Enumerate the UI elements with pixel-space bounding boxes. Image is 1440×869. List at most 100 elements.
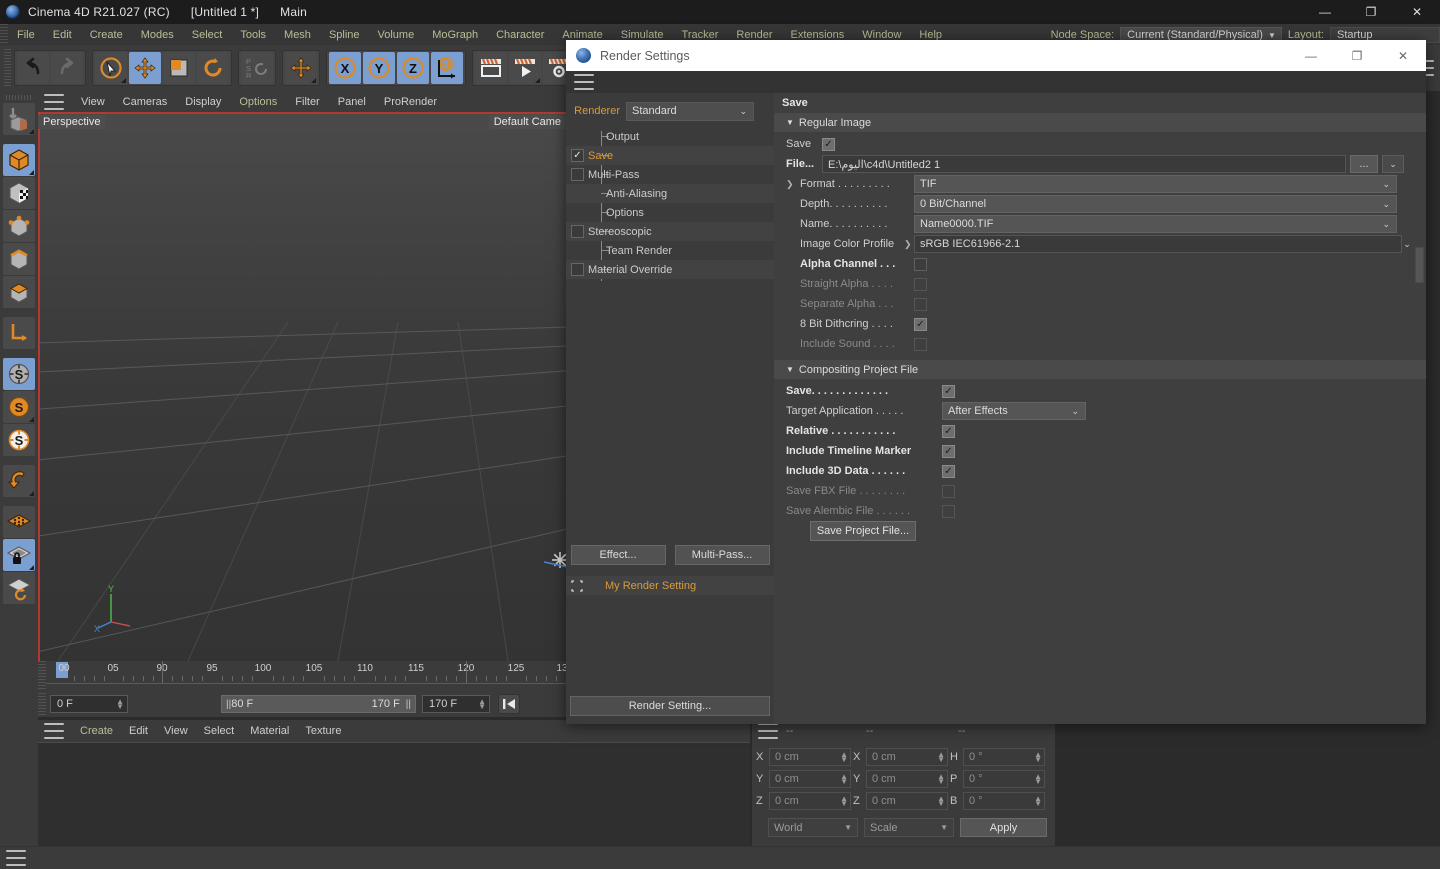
menu-create[interactable]: Create: [81, 27, 132, 43]
pos-y-input[interactable]: 0 cm ▲ ▼: [769, 770, 851, 788]
file-browse-button[interactable]: ...: [1350, 155, 1378, 173]
renderer-select[interactable]: Standard ⌄: [626, 101, 754, 121]
size-y-input[interactable]: 0 cm ▲ ▼: [866, 770, 948, 788]
move-world-icon[interactable]: [285, 52, 317, 84]
chevron-right-icon[interactable]: ❯: [904, 239, 914, 250]
alpha-channel-checkbox[interactable]: [914, 257, 927, 271]
enable-snap-grey-icon[interactable]: S: [3, 358, 35, 390]
coordinate-system-select[interactable]: World ▼: [768, 818, 858, 837]
snap-orange-icon[interactable]: S: [3, 391, 35, 423]
menu-tools[interactable]: Tools: [231, 27, 275, 43]
viewport-menu-prorender[interactable]: ProRender: [375, 94, 446, 110]
tree-item-antialiasing[interactable]: Anti-Aliasing: [566, 184, 774, 203]
menu-spline[interactable]: Spline: [320, 27, 369, 43]
chevron-right-icon[interactable]: ❯: [786, 179, 796, 190]
group-regular-image[interactable]: ▼ Regular Image: [774, 113, 1426, 132]
toolbar-grip[interactable]: [4, 49, 11, 87]
status-menu-icon[interactable]: [6, 850, 26, 866]
material-menu-select[interactable]: Select: [196, 723, 243, 739]
render-to-picture-viewer-icon[interactable]: [509, 52, 541, 84]
select-cursor-icon[interactable]: [95, 52, 127, 84]
menu-edit[interactable]: Edit: [44, 27, 81, 43]
stepper-icon[interactable]: ▲ ▼: [840, 795, 848, 808]
menu-file[interactable]: File: [8, 27, 44, 43]
viewport-menu-icon[interactable]: [44, 93, 64, 110]
timeline-marker-checkbox[interactable]: ✓: [942, 444, 955, 458]
workplane-rotate-icon[interactable]: [3, 572, 35, 604]
tree-checkbox[interactable]: [571, 225, 584, 238]
include-3d-data-checkbox[interactable]: ✓: [942, 464, 955, 478]
tree-checkbox[interactable]: [571, 168, 584, 181]
multipass-button[interactable]: Multi-Pass...: [674, 545, 770, 565]
max-frame-input[interactable]: 170 F ▲ ▼: [422, 695, 490, 713]
menu-mograph[interactable]: MoGraph: [423, 27, 487, 43]
snap-white-icon[interactable]: S: [3, 424, 35, 456]
material-menu-icon[interactable]: [44, 723, 64, 739]
comp-save-checkbox[interactable]: ✓: [942, 384, 955, 398]
stepper-icon[interactable]: ▲ ▼: [937, 795, 945, 808]
relative-checkbox[interactable]: ✓: [942, 424, 955, 438]
render-preset-row[interactable]: My Render Setting: [566, 576, 774, 595]
make-editable-icon[interactable]: [3, 103, 35, 135]
material-menu-material[interactable]: Material: [242, 723, 297, 739]
menu-mesh[interactable]: Mesh: [275, 27, 320, 43]
close-button[interactable]: ✕: [1394, 0, 1440, 24]
axis-x-icon[interactable]: X: [329, 52, 361, 84]
material-menu-create[interactable]: Create: [72, 723, 121, 739]
points-mode-icon[interactable]: [3, 210, 35, 242]
name-select[interactable]: Name0000.TIF ⌄: [914, 215, 1397, 233]
menubar-grip[interactable]: [0, 24, 8, 45]
move-icon[interactable]: [129, 52, 161, 84]
group-compositing-project-file[interactable]: ▼ Compositing Project File: [774, 360, 1426, 379]
dialog-maximize-button[interactable]: ❐: [1334, 40, 1380, 71]
range-handle-right-icon[interactable]: ||: [406, 699, 411, 710]
dialog-menu-icon[interactable]: [574, 74, 594, 90]
palette-grip[interactable]: [6, 95, 32, 100]
dithering-checkbox[interactable]: ✓: [914, 317, 927, 331]
edges-mode-icon[interactable]: [3, 243, 35, 275]
pos-x-input[interactable]: 0 cm ▲ ▼: [769, 748, 851, 766]
axis-z-icon[interactable]: Z: [397, 52, 429, 84]
stepper-icon[interactable]: ▲ ▼: [1034, 795, 1042, 808]
menu-volume[interactable]: Volume: [369, 27, 424, 43]
menu-character[interactable]: Character: [487, 27, 553, 43]
color-profile-input[interactable]: sRGB IEC61966-2.1: [914, 235, 1402, 253]
timeline-grip[interactable]: [38, 661, 46, 691]
stepper-icon[interactable]: ▲ ▼: [937, 773, 945, 786]
minimize-button[interactable]: —: [1302, 0, 1348, 24]
save-image-checkbox[interactable]: ✓: [822, 137, 835, 151]
rotate-icon[interactable]: [197, 52, 229, 84]
tree-item-stereoscopic[interactable]: Stereoscopic: [566, 222, 774, 241]
stepper-icon[interactable]: ▲ ▼: [840, 773, 848, 786]
material-manager-canvas[interactable]: [38, 742, 750, 846]
triangle-down-icon[interactable]: ▼: [786, 365, 794, 374]
go-to-start-button[interactable]: [498, 694, 520, 714]
menu-select[interactable]: Select: [183, 27, 232, 43]
render-setting-button[interactable]: Render Setting...: [570, 696, 770, 716]
tree-checkbox[interactable]: ✓: [571, 149, 584, 162]
coordinates-menu-icon[interactable]: [758, 723, 778, 739]
material-menu-view[interactable]: View: [156, 723, 196, 739]
axis-modify-icon[interactable]: [3, 317, 35, 349]
workplane-icon[interactable]: [3, 465, 35, 497]
timeline-track[interactable]: 00 05 90 95 100 105 110 115 120 125 13: [46, 661, 568, 691]
rot-p-input[interactable]: 0 ° ▲ ▼: [963, 770, 1045, 788]
apply-button[interactable]: Apply: [960, 818, 1047, 837]
menu-modes[interactable]: Modes: [132, 27, 183, 43]
world-coord-icon[interactable]: [431, 52, 463, 84]
dialog-close-button[interactable]: ✕: [1380, 40, 1426, 71]
maximize-button[interactable]: ❐: [1348, 0, 1394, 24]
texture-mode-icon[interactable]: [3, 177, 35, 209]
current-frame-input[interactable]: 0 F ▲ ▼: [50, 695, 128, 713]
chevron-down-icon[interactable]: ⌄: [1402, 235, 1412, 253]
effect-button[interactable]: Effect...: [570, 545, 666, 565]
stepper-icon[interactable]: ▲ ▼: [840, 751, 848, 764]
tree-item-options[interactable]: Options: [566, 203, 774, 222]
stepper-icon[interactable]: ▲ ▼: [1034, 751, 1042, 764]
format-select[interactable]: TIF ⌄: [914, 175, 1397, 193]
render-view-icon[interactable]: [475, 52, 507, 84]
scale-icon[interactable]: [163, 52, 195, 84]
polygons-mode-icon[interactable]: [3, 276, 35, 308]
stepper-icon[interactable]: ▲ ▼: [116, 698, 124, 711]
grid-plane-icon[interactable]: [3, 506, 35, 538]
